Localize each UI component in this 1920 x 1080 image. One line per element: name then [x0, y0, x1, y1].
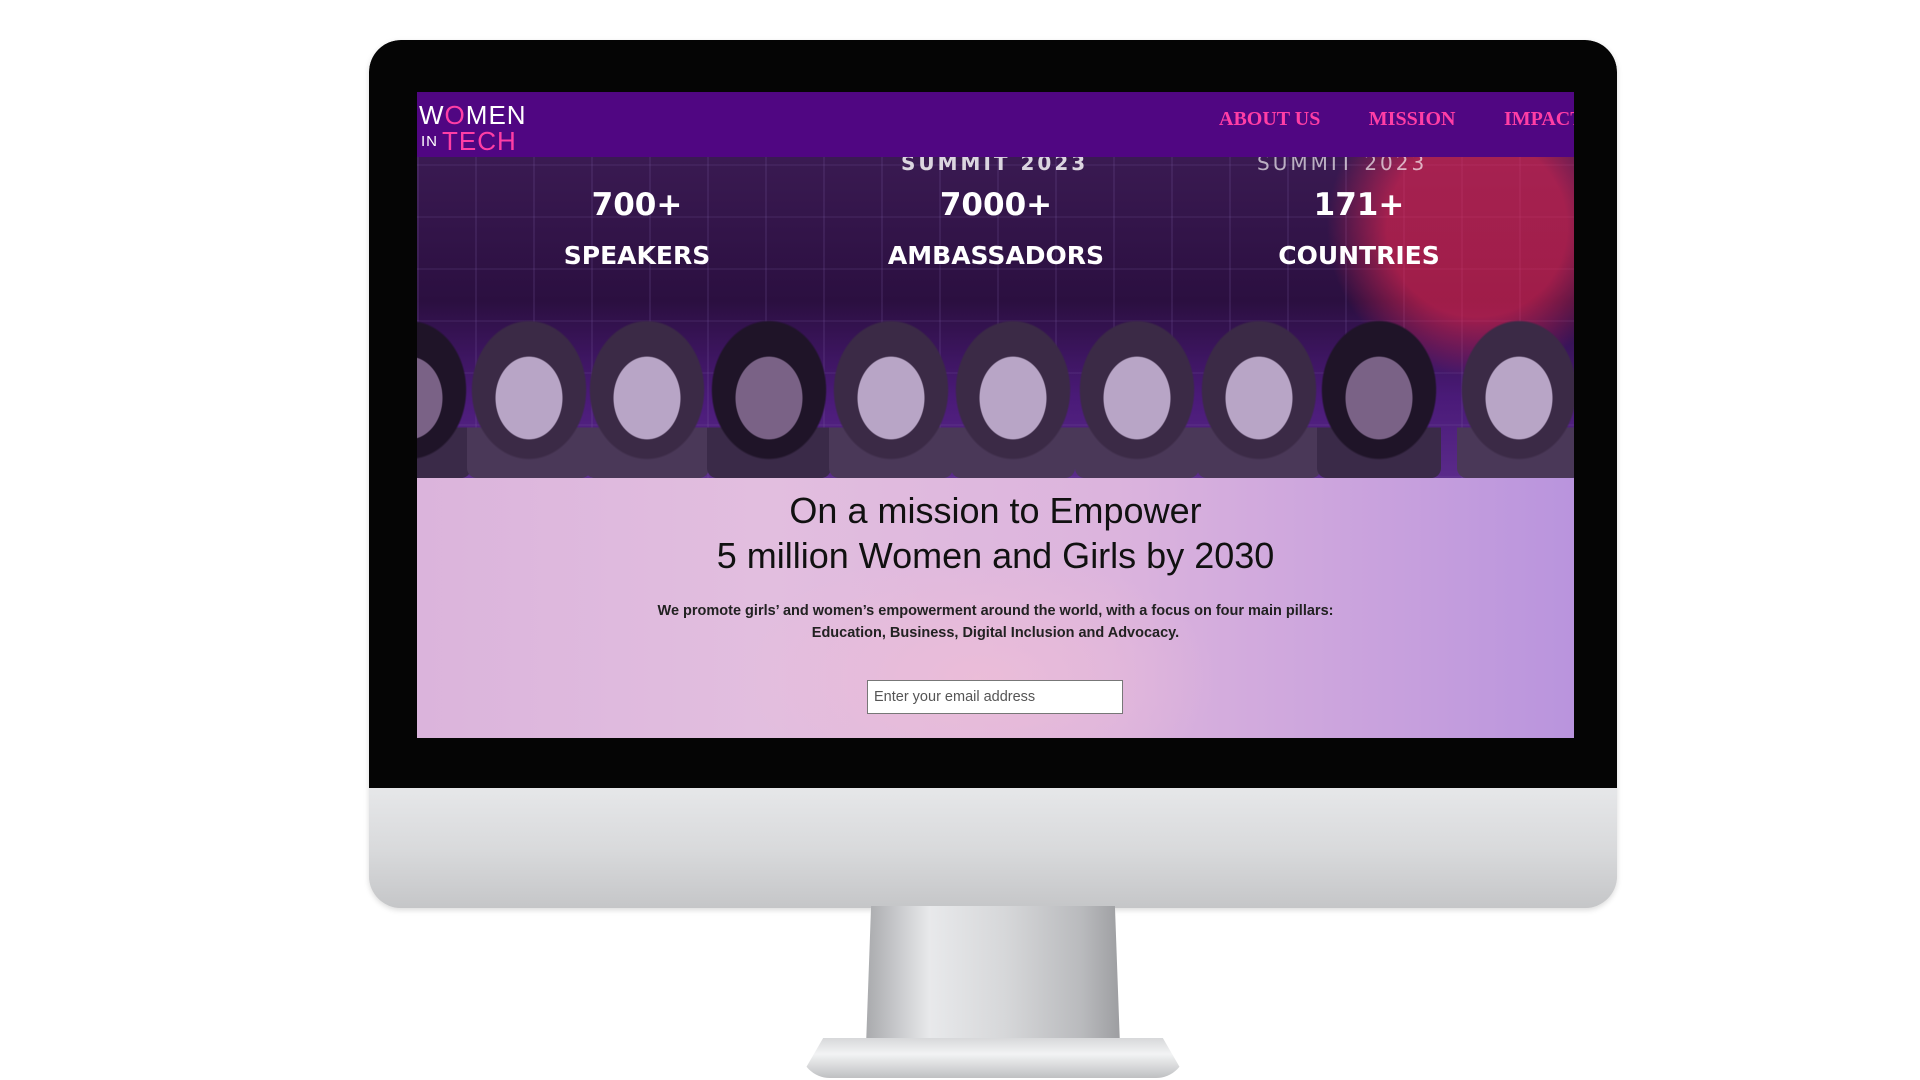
stat-number: 7000+	[939, 187, 1053, 223]
stat-ambassadors: 7000+ AMBASSADORS	[836, 187, 1156, 270]
stat-label: AMBASSADORS	[887, 241, 1105, 270]
speaker-portraits	[417, 317, 1574, 478]
speaker-portrait	[1075, 320, 1199, 478]
stat-label: COUNTRIES	[1278, 241, 1440, 270]
stat-speakers: 700+ SPEAKERS	[477, 187, 797, 270]
stat-countries: 171+ COUNTRIES	[1199, 187, 1519, 270]
speaker-portrait	[1197, 320, 1321, 478]
monitor-chin	[369, 788, 1617, 908]
nav-link-impact[interactable]: IMPACT	[1504, 108, 1574, 131]
speaker-portrait	[707, 320, 831, 478]
women-in-tech-logo[interactable]: WOMEN IN TECH	[419, 98, 539, 156]
browser-screen: WOMEN INTECH ABOUT US MISSION IMPACT SUM…	[417, 92, 1574, 738]
stat-number: 700+	[591, 187, 683, 223]
speaker-portrait	[585, 320, 709, 478]
speaker-portrait	[417, 320, 471, 478]
stat-label: SPEAKERS	[563, 241, 711, 270]
stat-number: 171+	[1313, 187, 1405, 223]
nav-link-about-us[interactable]: ABOUT US	[1219, 108, 1320, 131]
email-input[interactable]	[867, 680, 1123, 714]
monitor-stand	[866, 906, 1120, 1046]
mission-section: On a mission to Empower 5 million Women …	[417, 478, 1574, 738]
summit-caption: SUMMIT 2023	[901, 157, 1089, 175]
monitor-stand-base	[800, 1038, 1186, 1078]
hero-banner: SUMMIT 2023 SUMMIT 2023 700+ SPEAKERS 70…	[417, 157, 1574, 478]
logo-text-in-tech: IN TECH	[421, 126, 517, 156]
mission-description: We promote girls’ and women’s empowermen…	[657, 603, 1334, 641]
speaker-portrait	[951, 320, 1075, 478]
nav-link-mission[interactable]: MISSION	[1369, 108, 1456, 131]
speaker-portrait	[1457, 320, 1574, 478]
speaker-portrait	[1317, 320, 1441, 478]
top-navigation: WOMEN INTECH ABOUT US MISSION IMPACT	[417, 92, 1574, 157]
summit-caption: SUMMIT 2023	[1257, 157, 1428, 175]
speaker-portrait	[467, 320, 591, 478]
speaker-portrait	[829, 320, 953, 478]
nav-links: ABOUT US MISSION IMPACT	[1219, 108, 1574, 131]
mission-heading: On a mission to Empower 5 million Women …	[716, 490, 1275, 576]
